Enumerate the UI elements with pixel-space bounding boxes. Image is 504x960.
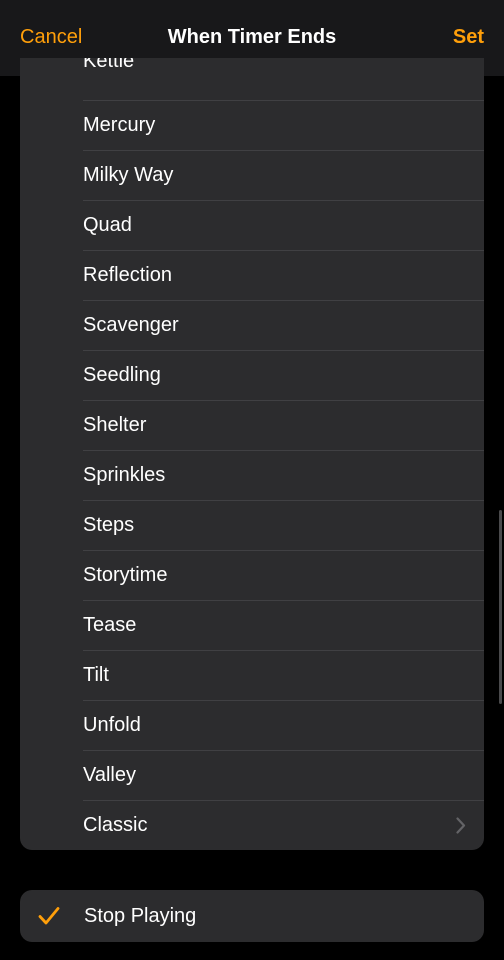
content-area: Kettle Mercury Milky Way Quad Reflection… <box>0 58 504 942</box>
ringtone-item[interactable]: Unfold <box>20 700 484 750</box>
ringtone-item[interactable]: Tease <box>20 600 484 650</box>
ringtone-label: Mercury <box>83 114 466 137</box>
ringtone-item[interactable]: Mercury <box>20 100 484 150</box>
set-button[interactable]: Set <box>453 26 484 49</box>
ringtone-item[interactable]: Seedling <box>20 350 484 400</box>
modal-title: When Timer Ends <box>168 26 337 49</box>
ringtone-list: Kettle Mercury Milky Way Quad Reflection… <box>20 58 484 850</box>
ringtone-label: Reflection <box>83 264 466 287</box>
ringtone-item[interactable]: Reflection <box>20 250 484 300</box>
ringtone-item[interactable]: Quad <box>20 200 484 250</box>
classic-ringtones-item[interactable]: Classic <box>20 800 484 850</box>
ringtone-label: Tilt <box>83 664 466 687</box>
ringtone-item[interactable]: Scavenger <box>20 300 484 350</box>
stop-playing-label: Stop Playing <box>78 905 196 928</box>
ringtone-item[interactable]: Milky Way <box>20 150 484 200</box>
ringtone-item[interactable]: Tilt <box>20 650 484 700</box>
chevron-right-icon <box>456 817 466 834</box>
ringtone-item[interactable]: Shelter <box>20 400 484 450</box>
ringtone-item[interactable]: Valley <box>20 750 484 800</box>
ringtone-label: Shelter <box>83 414 466 437</box>
ringtone-item[interactable]: Storytime <box>20 550 484 600</box>
ringtone-item[interactable]: Sprinkles <box>20 450 484 500</box>
stop-playing-item[interactable]: Stop Playing <box>20 890 484 942</box>
stop-playing-group: Stop Playing <box>20 890 484 942</box>
ringtone-label: Milky Way <box>83 164 466 187</box>
ringtone-item[interactable]: Kettle <box>20 58 484 100</box>
ringtone-label: Tease <box>83 614 466 637</box>
ringtone-label: Kettle <box>83 58 466 73</box>
checkmark-icon <box>38 906 78 926</box>
ringtone-item[interactable]: Steps <box>20 500 484 550</box>
ringtone-label: Valley <box>83 764 466 787</box>
ringtone-label: Sprinkles <box>83 464 466 487</box>
ringtone-label: Scavenger <box>83 314 466 337</box>
ringtone-label: Steps <box>83 514 466 537</box>
classic-label: Classic <box>83 814 456 837</box>
ringtone-label: Storytime <box>83 564 466 587</box>
ringtone-label: Unfold <box>83 714 466 737</box>
scroll-indicator[interactable] <box>499 510 502 704</box>
ringtone-label: Seedling <box>83 364 466 387</box>
cancel-button[interactable]: Cancel <box>20 26 82 49</box>
ringtone-label: Quad <box>83 214 466 237</box>
